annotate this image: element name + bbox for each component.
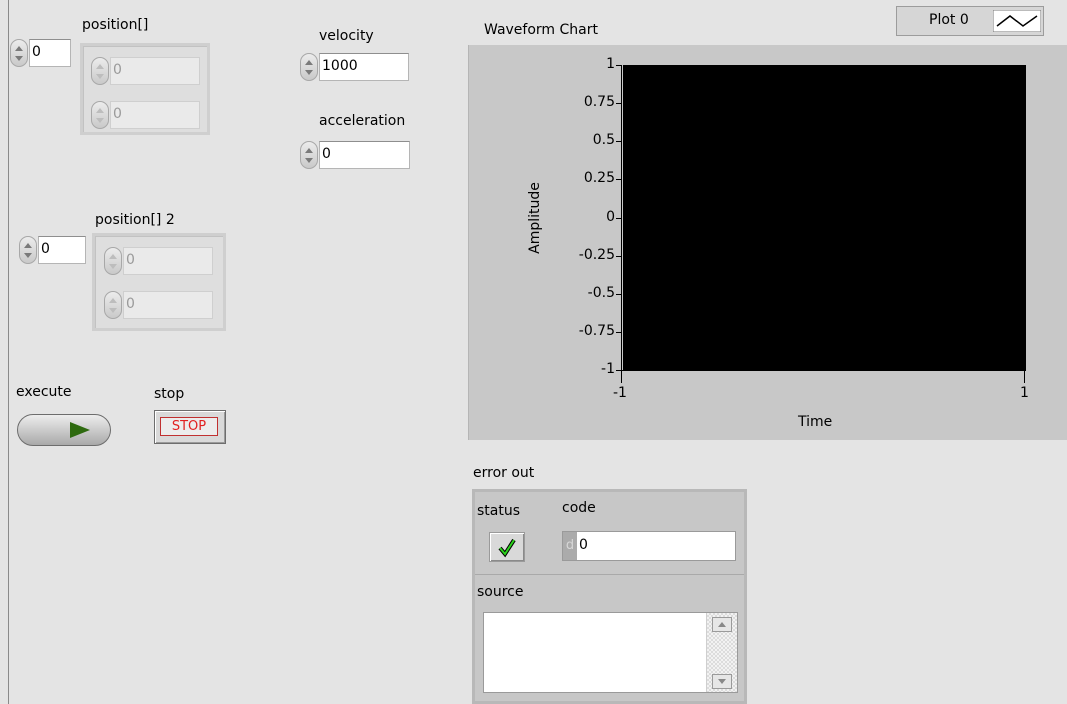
element-spinner [91, 57, 109, 85]
window-left-edge [8, 0, 9, 704]
code-label: code [562, 500, 596, 516]
y-tick-label: -0.75 [578, 322, 615, 339]
radix-indicator: d [563, 532, 577, 560]
element-spinner [104, 291, 122, 319]
code-field[interactable]: d 0 [562, 531, 736, 561]
index-spinner[interactable] [19, 236, 37, 264]
stop-label: stop [154, 386, 185, 402]
checkmark-icon [498, 538, 516, 558]
y-axis-line [621, 65, 622, 371]
x-axis-line [621, 370, 1026, 371]
stop-button-text: STOP [160, 417, 218, 436]
cluster-divider [475, 574, 744, 575]
x-axis-label: Time [798, 414, 833, 430]
error-out-label: error out [473, 465, 535, 481]
y-axis-label: Amplitude [527, 182, 543, 254]
source-field[interactable] [483, 612, 738, 693]
play-icon [70, 422, 90, 438]
chart-title: Waveform Chart [484, 22, 598, 38]
status-indicator [489, 532, 525, 562]
acceleration-label: acceleration [319, 113, 406, 129]
execute-label: execute [16, 384, 72, 400]
execute-button[interactable] [17, 414, 111, 446]
velocity-label: velocity [319, 28, 374, 44]
velocity-spinner[interactable] [300, 53, 318, 81]
y-tick-label: -0.5 [587, 284, 615, 301]
source-label: source [477, 584, 524, 600]
y-tick-label: 0 [606, 208, 615, 225]
scroll-down-button[interactable] [712, 674, 732, 689]
x-tick-mark [621, 371, 622, 383]
position-element-1-field: 0 [110, 57, 200, 85]
scroll-up-button[interactable] [712, 617, 732, 632]
status-label: status [477, 503, 521, 519]
position2-index-field[interactable]: 0 [38, 236, 86, 264]
stop-button[interactable]: STOP [154, 410, 226, 444]
y-tick-label: 0.75 [583, 94, 615, 111]
position2-element-2-field: 0 [123, 291, 213, 319]
y-tick-label: -0.25 [578, 246, 615, 263]
y-tick-label: 0.5 [592, 132, 615, 149]
y-tick-label: 1 [606, 56, 615, 72]
velocity-field[interactable]: 1000 [319, 53, 409, 81]
position-index-field[interactable]: 0 [29, 39, 71, 67]
position2-array-label: position[] 2 [95, 212, 175, 228]
index-spinner[interactable] [10, 39, 28, 67]
code-value: 0 [579, 537, 588, 553]
position-element-2-field: 0 [110, 101, 200, 129]
position-array-label: position[] [82, 17, 149, 33]
acceleration-field[interactable]: 0 [319, 141, 410, 169]
y-tick-label: -1 [601, 361, 615, 377]
plot-legend[interactable]: Plot 0 [896, 6, 1044, 36]
x-tick-mark [1024, 371, 1025, 383]
x-tick-label: 1 [1020, 385, 1029, 401]
plot-area[interactable] [623, 65, 1026, 370]
legend-series-name: Plot 0 [929, 12, 969, 28]
line-style-icon [993, 10, 1041, 32]
position2-element-1-field: 0 [123, 247, 213, 275]
element-spinner [91, 101, 109, 129]
x-tick-label: -1 [613, 385, 627, 401]
source-scrollbar[interactable] [706, 613, 737, 692]
acceleration-spinner[interactable] [300, 141, 318, 169]
y-tick-label: 0.25 [583, 170, 615, 187]
element-spinner [104, 247, 122, 275]
